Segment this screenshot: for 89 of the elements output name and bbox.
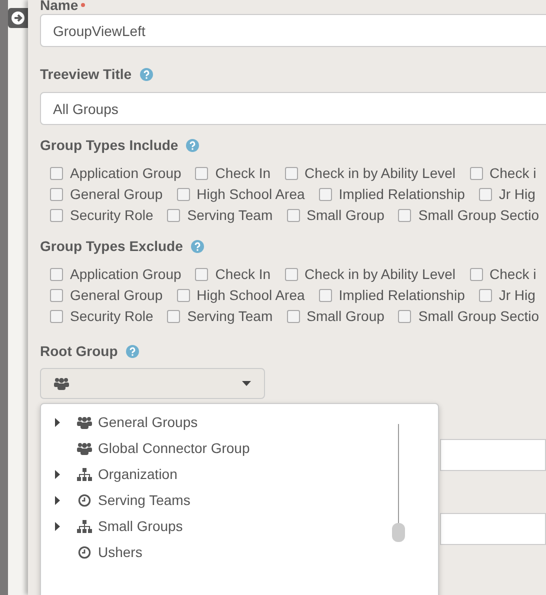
field-label: Name [40,0,78,12]
checkbox-label: Application Group [70,164,182,183]
checkbox[interactable] [478,188,492,201]
input-field[interactable] [440,439,546,471]
checkbox-label: Small Group [306,307,384,326]
checkbox-label: Jr Hig [498,185,536,204]
tree-item-label: General Groups [98,412,198,432]
field-label: Root Group [40,342,118,361]
checkbox-label: Jr Hig [498,286,536,305]
help-icon[interactable] [190,240,204,253]
tree-item[interactable]: Organization [55,461,375,487]
help-icon[interactable] [140,68,153,81]
checkbox-label: Security Role [70,307,154,326]
checkbox[interactable] [50,310,63,323]
checkbox[interactable] [284,268,298,281]
input-field[interactable] [440,513,546,545]
checkbox-label: Check i [490,164,536,183]
checkbox[interactable] [176,188,190,201]
checkbox[interactable] [50,209,63,222]
checkbox-label: Small Group [306,206,384,225]
caret-right-icon[interactable] [55,496,60,504]
checkbox-label: Security Role [70,206,154,225]
tree-item[interactable]: General Groups [55,409,375,435]
checkbox-label: Implied Relationship [338,185,465,204]
help-icon[interactable] [186,139,200,152]
checkbox-label: Small Group Sectio [418,307,540,326]
checkbox[interactable] [318,289,332,302]
checkbox[interactable] [176,289,190,302]
checkbox-label: Serving Team [187,206,273,225]
checkbox[interactable] [286,209,300,222]
checkbox-label: Application Group [70,265,182,284]
checkbox[interactable] [50,268,63,281]
hierarchy-icon [77,468,92,480]
checkbox-label: Serving Team [187,307,273,326]
field-label: Treeview Title [40,65,132,84]
help-icon[interactable] [126,345,139,358]
tree-item[interactable]: Global Connector Group [55,435,375,461]
checkbox[interactable] [470,167,483,180]
checkbox-label: Check In [215,265,271,284]
checkbox[interactable] [470,268,483,281]
caret-right-icon[interactable] [55,522,60,530]
checkbox[interactable] [50,188,63,201]
people-icon [77,442,92,454]
clock-icon [77,494,92,506]
tree-item[interactable]: Serving Teams [55,487,375,513]
checkbox-label: High School Area [196,286,305,305]
input-field[interactable]: All Groups [40,92,546,125]
people-icon [77,416,92,428]
checkbox[interactable] [167,209,180,222]
checkbox-label: General Group [70,286,163,305]
scrollbar[interactable] [391,424,405,542]
checkbox-label: Small Group Sectio [418,206,540,225]
people-icon [54,377,69,390]
tree-item[interactable]: Small Groups [55,513,375,539]
tree-item-label: Global Connector Group [98,438,250,458]
checkbox[interactable] [195,167,208,180]
field-label: Group Types Include [40,136,178,155]
group-picker-button[interactable] [40,368,265,399]
caret-down-icon [242,381,251,386]
tree-item-label: Serving Teams [98,490,190,510]
arrow-right-icon [11,11,25,25]
checkbox[interactable] [398,209,412,222]
field-label: Group Types Exclude [40,237,183,256]
checkbox[interactable] [195,268,208,281]
caret-right-icon[interactable] [55,418,60,426]
checkbox[interactable] [478,289,492,302]
caret-right-icon[interactable] [55,470,60,478]
checkbox[interactable] [286,310,300,323]
checkbox[interactable] [398,310,412,323]
hierarchy-icon [77,520,92,532]
checkbox-label: Implied Relationship [338,286,465,305]
checkbox-label: Check in by Ability Level [304,265,456,284]
checkbox[interactable] [167,310,180,323]
checkbox-label: Check i [490,265,536,284]
checkbox-label: Check In [215,164,271,183]
checkbox[interactable] [284,167,298,180]
clock-icon [77,546,92,558]
tree-item-label: Ushers [98,542,142,562]
tree-item-label: Organization [98,464,178,484]
checkbox[interactable] [318,188,332,201]
checkbox[interactable] [50,289,63,302]
expand-button[interactable] [8,8,28,28]
checkbox-label: General Group [70,185,163,204]
checkbox-label: Check in by Ability Level [304,164,456,183]
tree-item-label: Small Groups [98,516,183,536]
tree-item[interactable]: Ushers [55,539,375,565]
input-field[interactable]: GroupViewLeft [40,14,546,47]
checkbox[interactable] [50,167,63,180]
checkbox-label: High School Area [196,185,305,204]
